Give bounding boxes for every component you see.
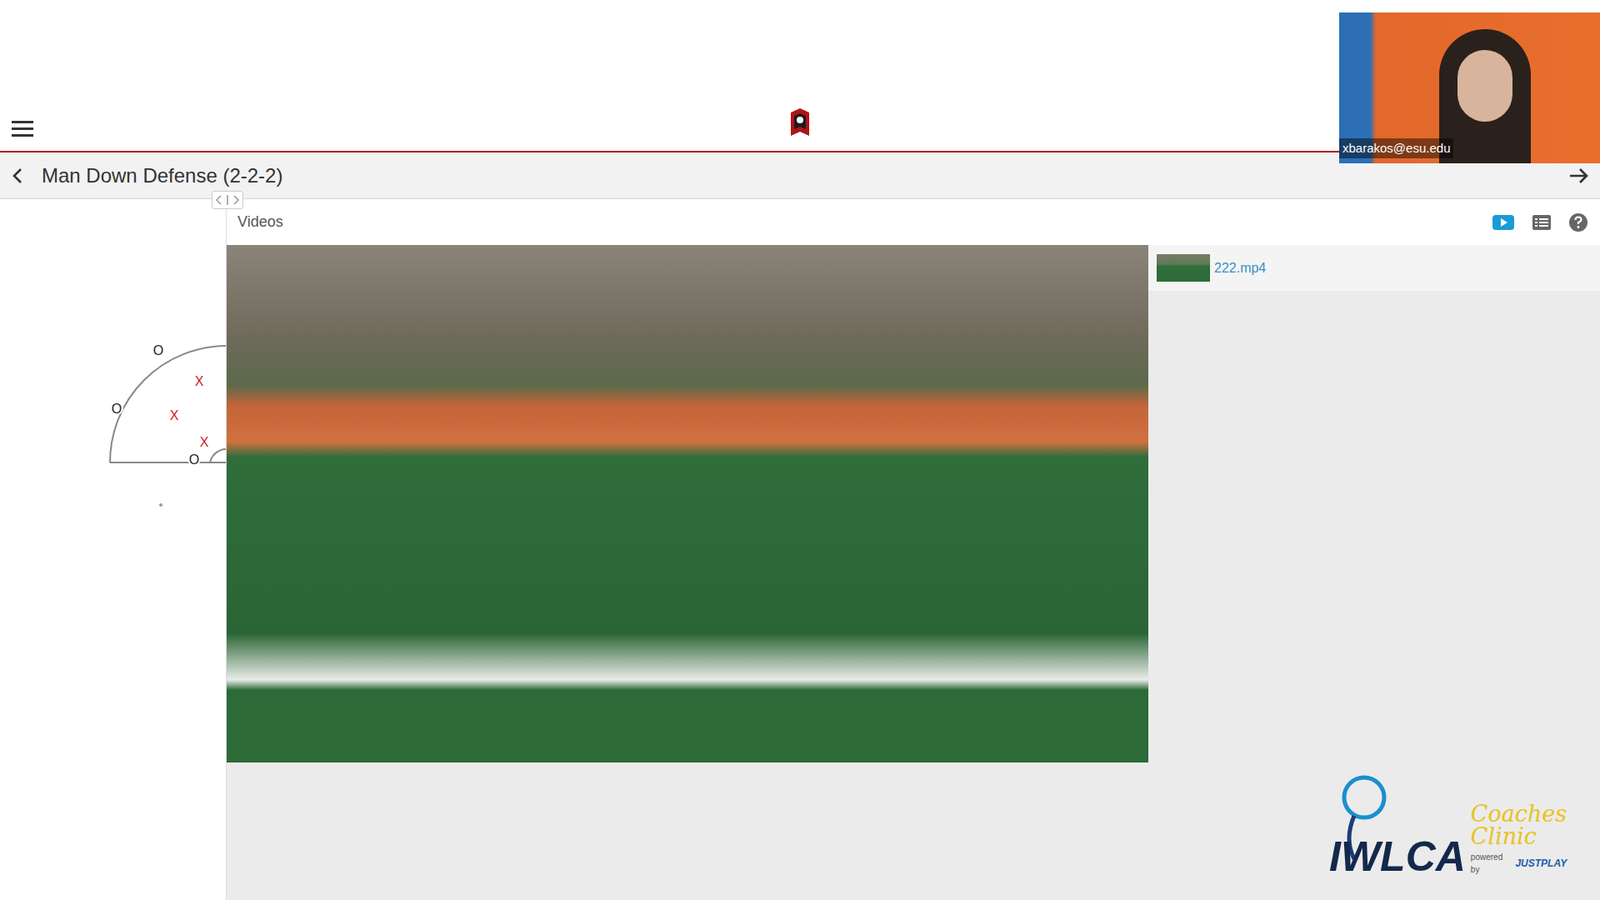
video-icon[interactable] bbox=[1491, 213, 1515, 232]
list-view-button[interactable] bbox=[1531, 213, 1552, 232]
sponsor-title: IWLCA bbox=[1329, 835, 1466, 878]
video-file-link[interactable]: 222.mp4 bbox=[1214, 258, 1266, 279]
resize-icon[interactable] bbox=[215, 194, 240, 206]
player-marker: O bbox=[189, 452, 200, 467]
page-title: Man Down Defense (2-2-2) bbox=[41, 160, 283, 191]
video-file-row[interactable]: 222.mp4 bbox=[1148, 245, 1600, 291]
sponsor-brand: JUSTPLAY bbox=[1515, 855, 1567, 871]
forward-arrow-icon[interactable] bbox=[1568, 166, 1590, 185]
sponsor-subtitle: Coaches Clinic bbox=[1470, 802, 1567, 848]
help-view-button[interactable] bbox=[1568, 212, 1589, 233]
videos-bar: Videos bbox=[226, 199, 1600, 245]
video-player[interactable] bbox=[226, 245, 1149, 763]
menu-button[interactable] bbox=[0, 119, 47, 140]
sponsor-powered: powered by bbox=[1470, 850, 1514, 876]
videos-heading: Videos bbox=[237, 210, 284, 234]
diagram-panel: OOOXXX bbox=[0, 199, 226, 900]
player-marker: X bbox=[170, 408, 180, 423]
help-icon[interactable] bbox=[1568, 212, 1589, 233]
hamburger-icon[interactable] bbox=[11, 119, 35, 140]
webcam-overlay: xbarakos@esu.edu bbox=[1339, 12, 1600, 164]
participant-name: xbarakos@esu.edu bbox=[1342, 139, 1450, 159]
team-logo-icon bbox=[787, 107, 813, 140]
play-diagram: OOOXXX bbox=[0, 199, 226, 900]
list-icon[interactable] bbox=[1531, 213, 1552, 232]
player-marker: X bbox=[200, 435, 210, 450]
player-marker: O bbox=[111, 401, 122, 416]
video-thumbnail[interactable] bbox=[1156, 254, 1210, 282]
back-arrow-icon[interactable] bbox=[10, 166, 27, 185]
sponsor-logo: IWLCA Coaches Clinic powered by JUSTPLAY bbox=[1329, 772, 1567, 863]
player-marker: O bbox=[153, 343, 164, 358]
participant-face bbox=[1457, 50, 1513, 122]
video-view-button[interactable] bbox=[1491, 213, 1515, 232]
player-marker: X bbox=[195, 374, 205, 389]
resize-handle[interactable] bbox=[211, 190, 244, 210]
